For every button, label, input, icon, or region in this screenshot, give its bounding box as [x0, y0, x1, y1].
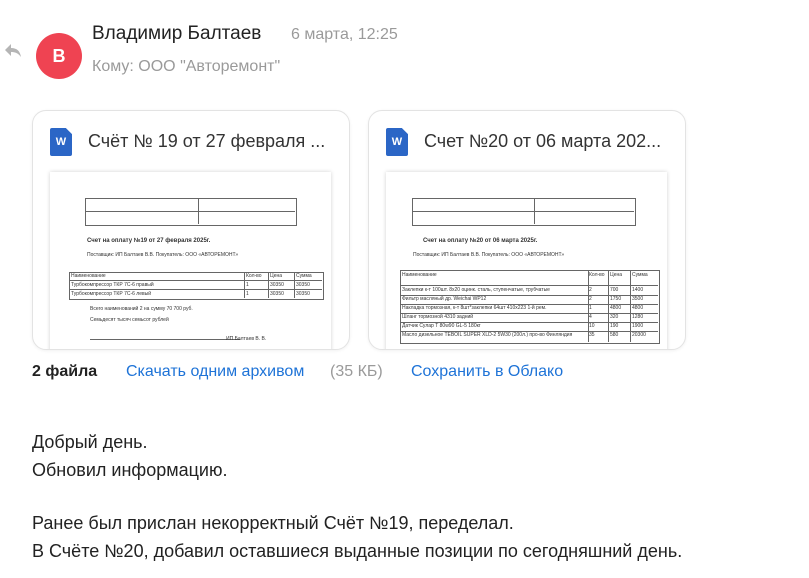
message-line: Добрый день.	[32, 432, 148, 452]
preview-supplier: Поставщик: ИП Балтаев В.В. Покупатель: О…	[413, 252, 565, 258]
word-icon: W	[386, 128, 408, 156]
preview-cell: 700	[610, 287, 619, 293]
attachment-card[interactable]: W Счет №20 от 06 марта 202... Счет на оп…	[368, 110, 686, 350]
preview-cell: 30350	[296, 282, 310, 288]
preview-row: Заклепки к-т 100шт. 8х20 оцинк. сталь, с…	[402, 287, 550, 293]
preview-cell: 30350	[296, 291, 310, 297]
preview-cell: 4	[589, 314, 592, 320]
preview-row: Фильтр масляный др. Weichai WP12	[402, 296, 487, 302]
save-to-cloud-link[interactable]: Сохранить в Облако	[411, 363, 563, 381]
preview-cell: 30350	[270, 282, 284, 288]
preview-cell: 1	[246, 291, 249, 297]
preview-cell: 20300	[632, 332, 646, 338]
preview-cell: 320	[610, 314, 619, 320]
preview-cell: 4800	[610, 305, 622, 311]
preview-title: Счет на оплату №19 от 27 февраля 2025г.	[87, 238, 211, 244]
files-count: 2 файла	[32, 363, 98, 380]
message-date: 6 марта, 12:25	[291, 26, 398, 43]
sender-name[interactable]: Владимир Балтаев	[92, 23, 261, 45]
preview-row: Турбокомпрессор ТКР 7С-6 левый	[71, 291, 152, 297]
preview-header-price: Цена	[610, 272, 623, 278]
preview-cell: 1	[589, 305, 592, 311]
preview-cell: 2	[589, 287, 592, 293]
preview-cell: 1750	[610, 296, 622, 302]
preview-header-name: Наименование	[71, 273, 106, 279]
preview-row: Датчик Сулар Т 80w90 GL-5 180кг	[402, 323, 481, 329]
avatar-initial: В	[52, 45, 66, 66]
preview-words: Семьдесят тысяч семьсот рублей	[90, 317, 169, 323]
preview-cell: 30350	[270, 291, 284, 297]
preview-cell: 1280	[632, 314, 644, 320]
message-line: Ранее был прислан некорректный Счёт №19,…	[32, 513, 514, 533]
recipient[interactable]: Кому: ООО "Авторемонт"	[92, 58, 280, 76]
preview-cell: 10	[589, 323, 595, 329]
reply-icon[interactable]	[4, 42, 22, 58]
preview-cell: 580	[610, 332, 619, 338]
preview-cell: 3500	[632, 296, 644, 302]
document-preview[interactable]: Счет на оплату №19 от 27 февраля 2025г. …	[50, 172, 331, 349]
preview-cell: 1	[246, 282, 249, 288]
preview-row: Шланг тормозной 4310 задний	[402, 314, 474, 320]
preview-cell: 190	[610, 323, 619, 329]
preview-cell: 1400	[632, 287, 644, 293]
preview-cell: 35	[589, 332, 595, 338]
document-preview[interactable]: Счет на оплату №20 от 06 марта 2025г. По…	[386, 172, 667, 349]
preview-signature: ИП Балтаев В. В.	[226, 336, 267, 342]
message-line: Обновил информацию.	[32, 460, 228, 480]
preview-header-sum: Сумма	[296, 273, 312, 279]
attachment-name[interactable]: Счет №20 от 06 марта 202...	[424, 131, 670, 152]
preview-total: Всего наименований 2 на сумму 70 700 руб…	[90, 306, 193, 312]
download-archive-link[interactable]: Скачать одним архивом	[126, 363, 304, 381]
avatar[interactable]: В	[36, 33, 82, 79]
preview-cell: 4800	[632, 305, 644, 311]
preview-header-qty: Кол-во	[246, 273, 262, 279]
preview-supplier: Поставщик: ИП Балтаев В.В. Покупатель: О…	[87, 252, 239, 258]
preview-row: Масло дизельное TEBOIL SUPER XLD-2 5W30 …	[402, 332, 573, 338]
archive-size: (35 КБ)	[330, 363, 383, 380]
preview-cell: 2	[589, 296, 592, 302]
preview-cell: 1900	[632, 323, 644, 329]
preview-row: Накладка тормозная, к-т 8шт*заклепки 64ш…	[402, 305, 547, 311]
preview-row: Турбокомпрессор ТКР 7С-6 правый	[71, 282, 154, 288]
attachment-name[interactable]: Счёт № 19 от 27 февраля ...	[88, 131, 334, 152]
message-line: В Счёте №20, добавил оставшиеся выданные…	[32, 541, 683, 561]
preview-header-qty: Кол-во	[589, 272, 605, 278]
attachment-card[interactable]: W Счёт № 19 от 27 февраля ... Счет на оп…	[32, 110, 350, 350]
preview-header-name: Наименование	[402, 272, 437, 278]
preview-header-price: Цена	[270, 273, 283, 279]
preview-header-sum: Сумма	[632, 272, 648, 278]
word-icon: W	[50, 128, 72, 156]
preview-title: Счет на оплату №20 от 06 марта 2025г.	[423, 238, 538, 244]
